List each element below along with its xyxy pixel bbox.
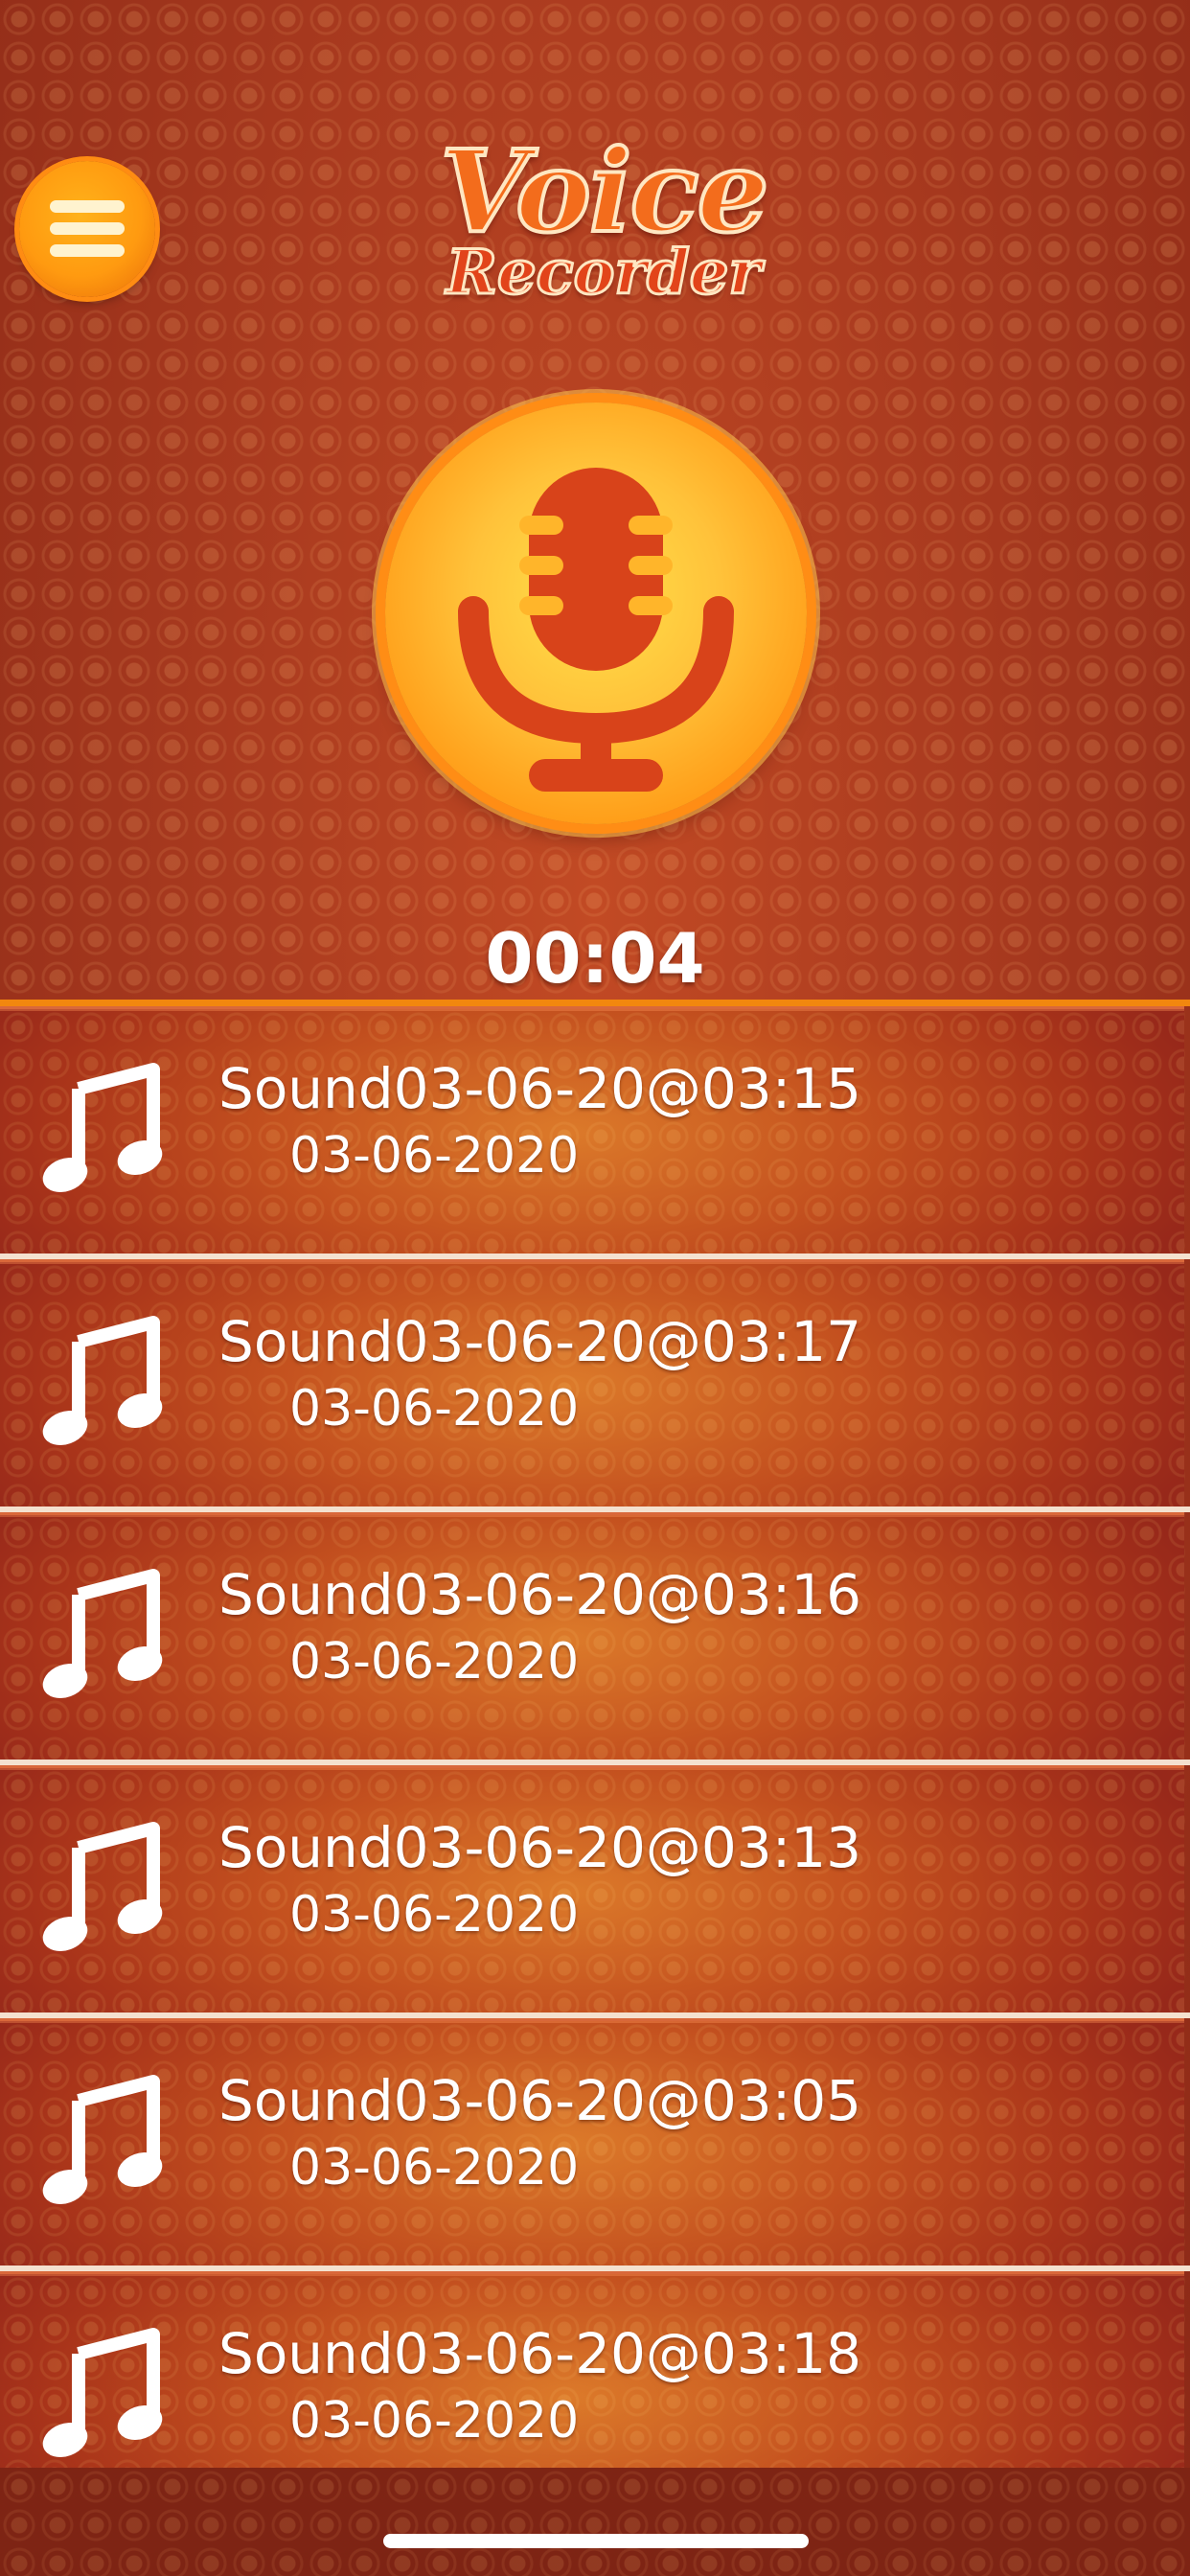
music-note-icon bbox=[42, 2075, 163, 2204]
hamburger-menu-icon bbox=[50, 200, 125, 213]
music-note-icon bbox=[42, 2328, 163, 2457]
recording-date: 03-06-2020 bbox=[289, 2392, 580, 2450]
recording-date: 03-06-2020 bbox=[289, 1633, 580, 1690]
microphone-icon bbox=[458, 468, 734, 792]
list-item[interactable]: Sound03-06-20@03:18 03-06-2020 bbox=[0, 2271, 1184, 2468]
menu-button[interactable] bbox=[19, 161, 155, 297]
recording-name: Sound03-06-20@03:16 bbox=[218, 1562, 862, 1627]
app-header: Voice Recorder 00:04 bbox=[0, 0, 1190, 1001]
record-button[interactable] bbox=[385, 402, 807, 824]
recording-name: Sound03-06-20@03:18 bbox=[218, 2321, 862, 2386]
music-note-icon bbox=[42, 1063, 163, 1192]
recording-name: Sound03-06-20@03:17 bbox=[218, 1309, 862, 1374]
recording-timer: 00:04 bbox=[485, 918, 705, 999]
header-divider bbox=[0, 1000, 1190, 1006]
recording-date: 03-06-2020 bbox=[289, 1380, 580, 1438]
music-note-icon bbox=[42, 1316, 163, 1445]
home-indicator[interactable] bbox=[383, 2534, 809, 2548]
recording-name: Sound03-06-20@03:05 bbox=[218, 2068, 862, 2133]
hamburger-menu-icon-bar bbox=[50, 222, 125, 235]
recording-date: 03-06-2020 bbox=[289, 2139, 580, 2196]
recording-name: Sound03-06-20@03:13 bbox=[218, 1815, 862, 1880]
app-title-voice: Voice bbox=[438, 125, 770, 258]
music-note-icon bbox=[42, 1822, 163, 1951]
app-title-recorder: Recorder bbox=[445, 237, 762, 309]
list-item[interactable]: Sound03-06-20@03:17 03-06-2020 bbox=[0, 1259, 1184, 1513]
list-item[interactable]: Sound03-06-20@03:16 03-06-2020 bbox=[0, 1512, 1184, 1766]
list-item[interactable]: Sound03-06-20@03:13 03-06-2020 bbox=[0, 1765, 1184, 2019]
list-item[interactable]: Sound03-06-20@03:15 03-06-2020 bbox=[0, 1006, 1184, 1260]
list-item[interactable]: Sound03-06-20@03:05 03-06-2020 bbox=[0, 2018, 1184, 2272]
recording-date: 03-06-2020 bbox=[289, 1886, 580, 1944]
hamburger-menu-icon-bar bbox=[50, 244, 125, 257]
app-logo: Voice Recorder bbox=[402, 125, 805, 326]
recording-date: 03-06-2020 bbox=[289, 1127, 580, 1184]
recording-name: Sound03-06-20@03:15 bbox=[218, 1056, 862, 1121]
bottom-safe-area bbox=[0, 2468, 1190, 2576]
recordings-list: Sound03-06-20@03:15 03-06-2020 Sound03-0… bbox=[0, 1006, 1190, 2468]
music-note-icon bbox=[42, 1569, 163, 1698]
